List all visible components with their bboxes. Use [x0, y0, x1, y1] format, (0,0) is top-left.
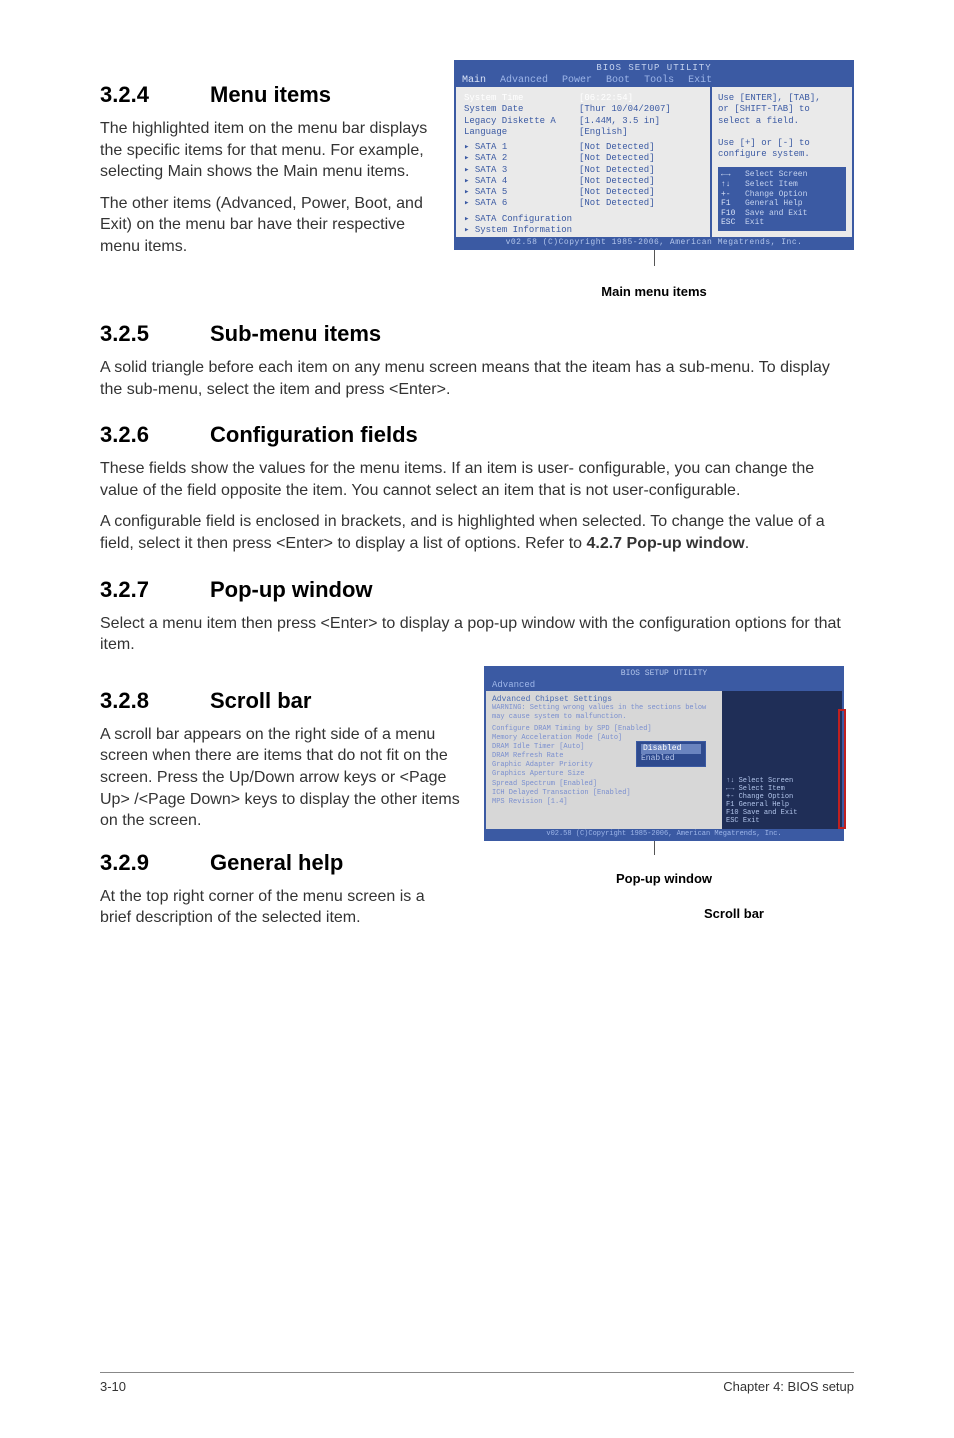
caption-main-menu-items: Main menu items: [454, 284, 854, 299]
heading-326: 3.2.6Configuration fields: [100, 422, 854, 448]
p-325: A solid triangle before each item on any…: [100, 357, 854, 400]
bios-help-panel: Use [ENTER], [TAB], or [SHIFT-TAB] to se…: [712, 87, 852, 237]
bios-copyright: v02.58 (C)Copyright 1985-2006, American …: [456, 237, 852, 248]
popup-window: Disabled Enabled: [636, 741, 706, 767]
bios-keys-legend: ←→Select Screen ↑↓Select Item +-Change O…: [718, 167, 846, 231]
heading-327: 3.2.7Pop-up window: [100, 577, 854, 603]
chapter-label: Chapter 4: BIOS setup: [723, 1379, 854, 1394]
page-number: 3-10: [100, 1379, 126, 1394]
p-329: At the top right corner of the menu scre…: [100, 886, 460, 929]
bios2-title: BIOS SETUP UTILITY: [486, 668, 842, 679]
bios-left-panel: System Time[06:22:54] System Date[Thur 1…: [456, 87, 712, 237]
p-327: Select a menu item then press <Enter> to…: [100, 613, 854, 656]
heading-325: 3.2.5Sub-menu items: [100, 321, 854, 347]
bios2-left-panel: Advanced Chipset Settings WARNING: Setti…: [486, 691, 722, 829]
bios-main-screenshot: BIOS SETUP UTILITY Main Advanced Power B…: [454, 60, 854, 250]
heading-329: 3.2.9General help: [100, 850, 460, 876]
bios-menubar: Main Advanced Power Boot Tools Exit: [456, 74, 852, 87]
p-324-2: The other items (Advanced, Power, Boot, …: [100, 193, 440, 258]
page-footer: 3-10 Chapter 4: BIOS setup: [100, 1372, 854, 1394]
heading-324: 3.2.4Menu items: [100, 82, 440, 108]
bios2-copyright: v02.58 (C)Copyright 1985-2006, American …: [486, 829, 842, 839]
p-328: A scroll bar appears on the right side o…: [100, 724, 460, 832]
p-326-1: These fields show the values for the men…: [100, 458, 854, 501]
p-324-1: The highlighted item on the menu bar dis…: [100, 118, 440, 183]
p-326-2: A configurable field is enclosed in brac…: [100, 511, 854, 554]
bios-advanced-screenshot: BIOS SETUP UTILITY Advanced Advanced Chi…: [484, 666, 844, 841]
bios2-menubar: Advanced: [486, 679, 842, 691]
bios-title: BIOS SETUP UTILITY: [456, 62, 852, 74]
heading-328: 3.2.8Scroll bar: [100, 688, 460, 714]
bios2-right-panel: ↑↓ Select Screen ←→ Select Item +- Chang…: [722, 691, 842, 829]
caption-popup: Pop-up window: [474, 871, 854, 886]
caption-scrollbar: Scroll bar: [614, 906, 854, 921]
